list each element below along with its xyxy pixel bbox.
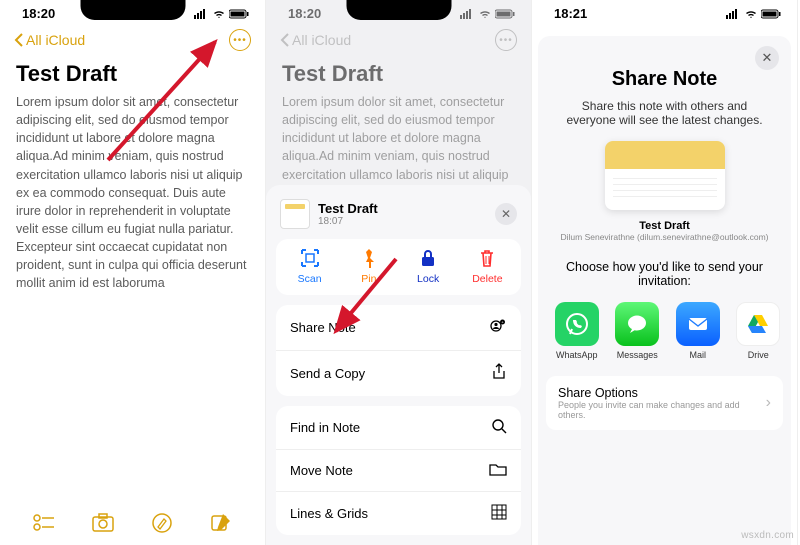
collaborate-icon: +: [489, 317, 507, 338]
share-modal: ✕ Share Note Share this note with others…: [538, 36, 791, 545]
chevron-right-icon: ›: [766, 394, 771, 412]
drive-app[interactable]: Drive: [735, 302, 783, 360]
note-thumbnail: [280, 199, 310, 229]
note-preview: [605, 141, 725, 210]
drive-icon: [745, 311, 771, 337]
modal-title: Share Note: [612, 68, 718, 91]
wifi-icon: [212, 9, 226, 19]
more-button[interactable]: •••: [229, 29, 251, 51]
lock-icon: [417, 247, 439, 269]
signal-icon: [194, 9, 209, 19]
nav-bar: All iCloud •••: [0, 23, 265, 57]
status-time: 18:20: [288, 6, 321, 21]
find-in-note-item[interactable]: Find in Note: [276, 406, 521, 450]
more-button: •••: [495, 29, 517, 51]
note-title: Test Draft: [0, 57, 265, 93]
back-button: All iCloud: [280, 32, 351, 48]
lines-grids-item[interactable]: Lines & Grids: [276, 492, 521, 535]
note-body[interactable]: Lorem ipsum dolor sit amet, consectetur …: [0, 93, 265, 292]
share-sheet-screen: 18:20 All iCloud ••• Test Draft Lorem ip…: [266, 0, 532, 545]
modal-subtitle: Share this note with others and everyone…: [538, 91, 791, 141]
share-icon: [491, 363, 507, 384]
folder-icon: [489, 462, 507, 479]
pin-button[interactable]: Pin: [342, 247, 396, 285]
status-icons: [194, 9, 249, 19]
whatsapp-app[interactable]: WhatsApp: [553, 302, 601, 360]
app-row: WhatsApp Messages Mail Drive: [541, 300, 794, 370]
status-time: 18:21: [554, 6, 587, 21]
share-options-sub: People you invite can make changes and a…: [558, 400, 766, 420]
delete-button[interactable]: Delete: [460, 247, 514, 285]
invite-text: Choose how you'd like to send your invit…: [538, 242, 791, 300]
share-note-item[interactable]: Share Note +: [276, 305, 521, 351]
send-copy-item[interactable]: Send a Copy: [276, 351, 521, 396]
scan-icon: [299, 247, 321, 269]
quick-actions: Scan Pin Lock Delete: [276, 239, 521, 295]
note-meta: Test Draft Dilum Senevirathne (dilum.sen…: [560, 220, 768, 242]
watermark: wsxdn.com: [741, 530, 794, 541]
grid-icon: [491, 504, 507, 523]
mail-icon: [685, 311, 711, 337]
camera-icon[interactable]: [91, 511, 115, 535]
status-bar: 18:21: [532, 0, 797, 23]
notes-screen: 18:20 All iCloud ••• Test Draft Lorem ip…: [0, 0, 266, 545]
compose-icon[interactable]: [209, 511, 233, 535]
close-button[interactable]: ✕: [495, 203, 517, 225]
sheet-title: Test Draft 18:07: [318, 201, 487, 227]
bottom-toolbar: [0, 511, 265, 535]
scan-button[interactable]: Scan: [283, 247, 337, 285]
battery-icon: [229, 9, 249, 19]
action-sheet: Test Draft 18:07 ✕ Scan Pin Lock Delete: [266, 185, 531, 545]
mail-app[interactable]: Mail: [674, 302, 722, 360]
checklist-icon[interactable]: [32, 511, 56, 535]
markup-icon[interactable]: [150, 511, 174, 535]
whatsapp-icon: [564, 311, 590, 337]
note-author: Dilum Senevirathne (dilum.senevirathne@o…: [560, 232, 768, 242]
close-button[interactable]: ✕: [755, 46, 779, 70]
chevron-left-icon: [14, 33, 23, 47]
messages-app[interactable]: Messages: [614, 302, 662, 360]
lock-button[interactable]: Lock: [401, 247, 455, 285]
status-icons: [460, 9, 515, 19]
messages-icon: [624, 311, 650, 337]
move-note-item[interactable]: Move Note: [276, 450, 521, 492]
share-note-modal-screen: 18:21 ✕ Share Note Share this note with …: [532, 0, 798, 545]
trash-icon: [476, 247, 498, 269]
pin-icon: [358, 247, 380, 269]
status-icons: [726, 9, 781, 19]
back-button[interactable]: All iCloud: [14, 32, 85, 48]
sheet-time: 18:07: [318, 216, 487, 227]
search-icon: [491, 418, 507, 437]
share-options-item[interactable]: Share Options People you invite can make…: [546, 376, 783, 430]
status-bar: 18:20: [266, 0, 531, 23]
status-time: 18:20: [22, 6, 55, 21]
